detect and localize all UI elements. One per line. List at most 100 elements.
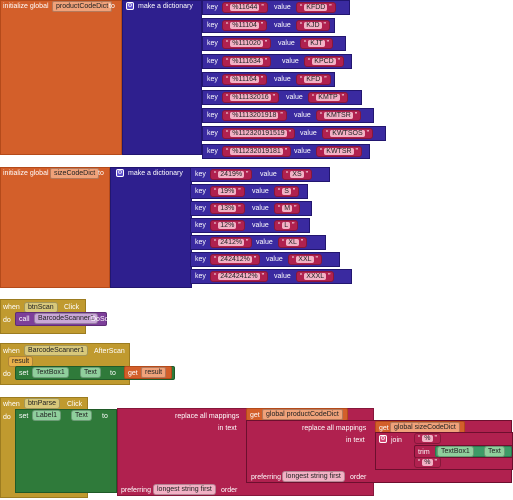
text-value[interactable]: XL bbox=[286, 239, 299, 246]
key-string[interactable]: “ 24242412% ” bbox=[210, 271, 268, 282]
value-string[interactable]: “ KJT ” bbox=[300, 38, 334, 49]
property-dropdown[interactable]: Text bbox=[80, 367, 101, 378]
text-value[interactable]: L bbox=[282, 222, 291, 229]
text-value[interactable]: S bbox=[282, 188, 291, 195]
property-dropdown[interactable]: Text bbox=[484, 446, 505, 457]
preferring-dropdown[interactable]: longest string first bbox=[282, 471, 345, 482]
text-value[interactable]: XXXL bbox=[304, 273, 327, 280]
text-value[interactable]: KJT bbox=[308, 40, 325, 47]
key-label: key bbox=[207, 94, 218, 101]
text-value[interactable]: XXL bbox=[296, 256, 314, 263]
text-value[interactable]: XS bbox=[290, 171, 304, 178]
key-string[interactable]: “ %11132016 ” bbox=[222, 92, 279, 103]
text-value[interactable]: %1113201918 bbox=[230, 112, 279, 119]
value-string[interactable]: “ L ” bbox=[274, 220, 299, 231]
component-dropdown[interactable]: BarcodeScanner1 bbox=[34, 313, 99, 324]
text-value[interactable]: 2419% bbox=[218, 171, 245, 178]
text-value[interactable]: %112320191519 bbox=[230, 130, 287, 137]
key-string[interactable]: “ %11104 ” bbox=[222, 20, 268, 31]
value-string[interactable]: “ KPCD ” bbox=[304, 56, 345, 67]
text-value[interactable]: %11644 bbox=[230, 4, 260, 11]
join-string-2[interactable]: “ % ” bbox=[414, 457, 441, 468]
key-string[interactable]: “ %112320191519 ” bbox=[222, 128, 295, 139]
when-label: when bbox=[3, 348, 20, 355]
text-value[interactable]: 2412% bbox=[218, 239, 245, 246]
component-dropdown[interactable]: Label1 bbox=[32, 410, 62, 421]
text-value[interactable]: %11132016 bbox=[230, 94, 271, 101]
text-value[interactable]: % bbox=[422, 435, 433, 442]
get-var-field[interactable]: result bbox=[141, 367, 167, 378]
init-size-dict-block[interactable] bbox=[0, 167, 110, 288]
text-value[interactable]: KPCD bbox=[312, 58, 336, 65]
call-label: call bbox=[19, 316, 30, 323]
key-string[interactable]: “ 242412% ” bbox=[210, 254, 261, 265]
make-dictionary-block[interactable] bbox=[110, 167, 192, 288]
key-string[interactable]: “ %11164 ” bbox=[222, 74, 268, 85]
key-string[interactable]: “ %11644 ” bbox=[222, 2, 268, 13]
text-value[interactable]: %11104 bbox=[230, 22, 259, 29]
component-dropdown[interactable]: TextBox1 bbox=[32, 367, 69, 378]
preferring-dropdown[interactable]: longest string first bbox=[153, 484, 216, 495]
init-product-dict-block[interactable] bbox=[0, 0, 122, 155]
text-value[interactable]: KWTSR bbox=[324, 148, 354, 155]
mutator-gear-icon[interactable]: ⚙ bbox=[116, 169, 124, 177]
text-value[interactable]: %111634 bbox=[230, 58, 263, 65]
key-string[interactable]: “ %111634 ” bbox=[222, 56, 272, 67]
var-name-field[interactable]: sizeCodeDict bbox=[50, 168, 100, 179]
text-value[interactable]: 12% bbox=[218, 222, 237, 229]
key-string[interactable]: “ %1113201918 ” bbox=[222, 110, 287, 121]
text-value[interactable]: M bbox=[282, 205, 293, 212]
make-dict-label: make a dictionary bbox=[128, 170, 183, 177]
var-name-field[interactable]: productCodeDict bbox=[52, 1, 113, 12]
text-value[interactable]: % bbox=[422, 459, 433, 466]
value-string[interactable]: “ KFD ” bbox=[296, 74, 331, 85]
text-value[interactable]: 19% bbox=[218, 188, 237, 195]
text-value[interactable]: %111020 bbox=[230, 40, 263, 47]
set-label-block[interactable] bbox=[15, 409, 117, 493]
value-string[interactable]: “ KFDD ” bbox=[296, 2, 336, 13]
value-string[interactable]: “ S ” bbox=[274, 186, 300, 197]
mutator-gear-icon[interactable]: ⚙ bbox=[126, 2, 134, 10]
text-value[interactable]: %11232019181 bbox=[230, 148, 283, 155]
text-value[interactable]: KFD bbox=[304, 76, 323, 83]
text-value[interactable]: KJD bbox=[304, 22, 322, 29]
text-value[interactable]: KMTP bbox=[316, 94, 340, 101]
value-string[interactable]: “ XL ” bbox=[278, 237, 308, 248]
text-value[interactable]: 24242412% bbox=[218, 273, 260, 280]
make-dict-label: make a dictionary bbox=[138, 3, 193, 10]
mutator-gear-icon[interactable]: ⚙ bbox=[379, 435, 387, 443]
value-string[interactable]: “ XS ” bbox=[282, 169, 312, 180]
key-string[interactable]: “ 19% ” bbox=[210, 186, 245, 197]
key-string[interactable]: “ 12% ” bbox=[210, 220, 245, 231]
get-var-field[interactable]: global productCodeDict bbox=[262, 409, 343, 420]
property-dropdown[interactable]: Text bbox=[71, 410, 92, 421]
value-string[interactable]: “ KWTSR ” bbox=[316, 146, 362, 157]
event-label: Click bbox=[64, 304, 80, 311]
value-string[interactable]: “ KMTP ” bbox=[308, 92, 349, 103]
text-value[interactable]: KMTSR bbox=[324, 112, 353, 119]
key-string[interactable]: “ %111020 ” bbox=[222, 38, 272, 49]
value-string[interactable]: “ KJD ” bbox=[296, 20, 330, 31]
text-value[interactable]: KFDD bbox=[304, 4, 328, 11]
component-dropdown[interactable]: btnParse bbox=[24, 398, 61, 409]
text-value[interactable]: 242412% bbox=[218, 256, 252, 263]
value-string[interactable]: “ XXXL ” bbox=[296, 271, 335, 282]
text-value[interactable]: KWTSOS bbox=[330, 130, 365, 137]
key-string[interactable]: “ 2412% ” bbox=[210, 237, 253, 248]
key-string[interactable]: “ 2419% ” bbox=[210, 169, 253, 180]
value-string[interactable]: “ KWTSOS ” bbox=[322, 128, 373, 139]
value-label: value bbox=[300, 130, 317, 137]
value-string[interactable]: “ M ” bbox=[274, 203, 301, 214]
component-dropdown[interactable]: TextBox1 bbox=[437, 446, 474, 457]
join-string-1[interactable]: “ % ” bbox=[414, 433, 441, 444]
make-dictionary-block[interactable] bbox=[122, 0, 202, 155]
value-string[interactable]: “ XXL ” bbox=[288, 254, 322, 265]
do-label: do bbox=[3, 414, 11, 421]
component-dropdown[interactable]: BarcodeScanner1 bbox=[24, 345, 89, 356]
text-value[interactable]: 13% bbox=[218, 205, 237, 212]
key-string[interactable]: “ 13% ” bbox=[210, 203, 245, 214]
key-string[interactable]: “ %11232019181 ” bbox=[222, 146, 292, 157]
text-value[interactable]: %11164 bbox=[230, 76, 259, 83]
when-label: when bbox=[3, 401, 20, 408]
value-string[interactable]: “ KMTSR ” bbox=[316, 110, 362, 121]
